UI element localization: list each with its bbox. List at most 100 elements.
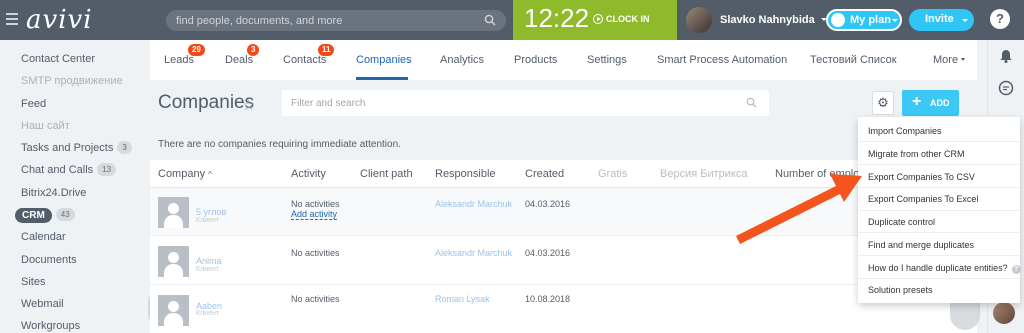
column-header-gratis[interactable]: Gratis [598,168,627,180]
divider [858,187,1020,188]
tab-smart-process-automation[interactable]: Smart Process Automation [657,54,787,66]
global-search[interactable] [166,10,506,31]
divider [858,141,1020,142]
sidebar-item-documents[interactable]: Documents [21,251,77,269]
responsible-link[interactable]: Aleksandr Marchuk [435,248,512,258]
divider [858,255,1020,256]
clock-time: 12:22 [524,3,590,33]
sidebar-item-drive[interactable]: Bitrix24.Drive [21,184,86,202]
my-plan-button[interactable]: My plan [826,9,902,31]
tab-leads[interactable]: Leads 29 [164,44,205,66]
tab-deals[interactable]: Deals 3 [225,44,260,66]
sidebar-item-sites[interactable]: Sites [21,273,45,291]
chevron-down-icon [962,19,968,22]
gear-icon: ⚙ [877,95,889,110]
plus-icon: + [912,93,922,110]
created-date: 04.03.2016 [525,199,571,209]
divider [858,164,1020,165]
star-icon[interactable]: ☆ [242,96,255,114]
sidebar-item-calendar[interactable]: Calendar [21,228,66,246]
sidebar-item-webmail[interactable]: Webmail [21,295,64,313]
sidebar-item-tasks[interactable]: Tasks and Projects 3 [21,139,132,157]
crm-label: CRM [15,208,52,223]
sidebar-item-smtp[interactable]: SMTP продвижение [21,72,123,90]
logo[interactable]: avivi [26,5,93,35]
activity-status: No activities [291,248,340,258]
rocket-icon [831,13,845,27]
sidebar-item-contact-center[interactable]: Contact Center [21,50,95,68]
search-icon[interactable] [746,97,757,108]
column-header-client-path[interactable]: Client path [360,168,413,180]
avatar [686,7,712,33]
activity-status: No activities [291,294,340,304]
chevron-down-icon [961,58,966,61]
divider [858,278,1020,279]
menu-item-import[interactable]: Import Companies [868,126,942,136]
active-tab-indicator [356,77,408,80]
contacts-badge: 11 [318,44,335,56]
divider [858,210,1020,211]
crm-count-badge: 43 [55,208,75,221]
menu-item-duplicate-help[interactable]: How do I handle duplicate entities?? [868,263,1021,274]
column-header-created[interactable]: Created [525,168,564,180]
tab-companies[interactable]: Companies [356,54,412,66]
add-label: ADD [930,98,950,108]
sidebar-item-chat[interactable]: Chat and Calls 13 [21,161,117,179]
menu-item-migrate[interactable]: Migrate from other CRM [868,149,965,159]
tasks-count-badge: 3 [117,141,132,154]
company-avatar [158,295,189,326]
table-row[interactable]: Aaben Клиент No activities Roman Lysak 1… [150,286,977,333]
column-header-responsible[interactable]: Responsible [435,168,496,180]
tab-products[interactable]: Products [514,54,557,66]
add-button[interactable]: + ADD [902,90,959,116]
invite-label: Invite [925,13,954,25]
chat-icon[interactable] [998,80,1014,96]
help-icon[interactable]: ? [990,9,1010,29]
bell-icon[interactable] [998,48,1014,64]
deals-badge: 3 [247,44,260,56]
clock-in-button[interactable]: CLOCK IN [593,14,650,24]
tab-analytics[interactable]: Analytics [440,54,484,66]
tab-test-list[interactable]: Тестовий Список [810,54,897,66]
sidebar-item-our-site[interactable]: Наш сайт [21,117,70,135]
menu-item-export-excel[interactable]: Export Companies To Excel [868,194,978,204]
attention-notice: There are no companies requiring immedia… [158,139,401,150]
column-header-activity[interactable]: Activity [291,168,326,180]
search-icon[interactable] [484,14,496,26]
company-name[interactable]: 5 углов [196,207,226,217]
company-name[interactable]: Anima [196,256,222,266]
column-header-company[interactable]: Company ^ [158,168,212,180]
menu-item-find-merge[interactable]: Find and merge duplicates [868,240,974,250]
tab-settings[interactable]: Settings [587,54,627,66]
clock-widget[interactable]: 12:22 CLOCK IN [513,0,677,40]
invite-button[interactable]: Invite [909,9,974,31]
crm-tabs: Leads 29 Deals 3 Contacts 11 Companies Anal… [150,40,977,80]
settings-gear-button[interactable]: ⚙ [872,91,894,115]
menu-item-duplicate-control[interactable]: Duplicate control [868,217,935,227]
menu-item-export-csv[interactable]: Export Companies To CSV [868,172,975,182]
filter-search[interactable] [282,90,769,116]
filter-search-input[interactable] [282,90,732,116]
sidebar-item-feed[interactable]: Feed [21,95,46,113]
user-name: Slavko Nahnybida [720,14,827,26]
sidebar-item-crm[interactable]: CRM 43 [15,206,75,224]
tab-more[interactable]: More [933,54,966,66]
tab-contacts[interactable]: Contacts 11 [283,44,335,66]
sidebar-item-workgroups[interactable]: Workgroups [21,317,80,333]
hamburger-menu-icon[interactable] [6,13,18,25]
left-sidebar: Contact Center SMTP продвижение Feed Наш… [0,40,178,333]
company-type: Клиент [196,310,220,317]
user-avatar[interactable] [993,302,1015,324]
annotation-arrow [735,174,862,245]
responsible-link[interactable]: Roman Lysak [435,294,490,304]
sort-up-icon: ^ [208,170,212,179]
company-avatar [158,246,189,277]
top-bar: avivi 12:22 CLOCK IN Slavko Nahnybida My… [0,0,1024,40]
divider [858,232,1020,233]
created-date: 04.03.2016 [525,248,571,258]
company-type: Клиент [196,217,220,224]
add-activity-link[interactable]: Add activity [291,209,338,220]
menu-item-solution-presets[interactable]: Solution presets [868,285,933,295]
global-search-input[interactable] [166,10,476,31]
responsible-link[interactable]: Aleksandr Marchuk [435,199,512,209]
